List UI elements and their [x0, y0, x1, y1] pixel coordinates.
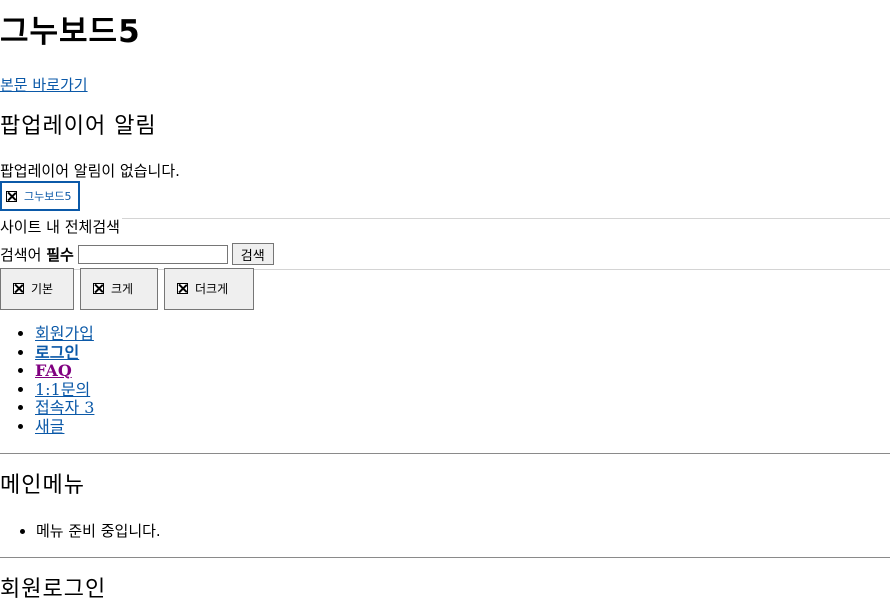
- search-row: 검색어 필수 검색: [0, 242, 274, 266]
- register-link[interactable]: 회원가입: [35, 324, 94, 343]
- main-menu-item: 메뉴 준비 중입니다.: [36, 521, 161, 541]
- user-menu-item: 회원가입: [35, 324, 94, 344]
- search-label: 검색어 필수: [0, 244, 74, 265]
- broken-image-icon: [13, 283, 24, 294]
- broken-image-icon: [6, 190, 17, 202]
- font-size-default-label: 기본: [31, 282, 54, 296]
- new-posts-link[interactable]: 새글: [35, 417, 64, 436]
- popup-empty-message: 팝업레이어 알림이 없습니다.: [0, 162, 180, 180]
- faq-link[interactable]: FAQ: [35, 361, 72, 380]
- visitors-link[interactable]: 접속자 3: [35, 398, 94, 418]
- logo-link[interactable]: 그누보드5: [0, 181, 80, 211]
- qa-link[interactable]: 1:1문의: [35, 380, 90, 399]
- user-menu-item: 새글: [35, 417, 94, 437]
- page: 그누보드5 본문 바로가기 팝업레이어 알림 팝업레이어 알림이 없습니다. 그…: [0, 0, 890, 599]
- font-size-large-button[interactable]: 크게: [80, 268, 158, 310]
- search-input[interactable]: [77, 244, 228, 264]
- broken-image-icon: [93, 283, 104, 294]
- site-search: 사이트 내 전체검색 검색어 필수 검색: [0, 218, 890, 270]
- user-menu-item: 1:1문의: [35, 380, 94, 400]
- user-menu-item: 접속자 3: [35, 399, 94, 418]
- user-menu-item: 로그인: [35, 343, 94, 363]
- popup-heading: 팝업레이어 알림: [0, 114, 157, 139]
- font-size-larger-button[interactable]: 더크게: [164, 268, 254, 310]
- login-link[interactable]: 로그인: [35, 343, 79, 362]
- main-menu: 메뉴 준비 중입니다.: [0, 521, 161, 541]
- font-size-default-button[interactable]: 기본: [0, 268, 74, 310]
- divider: [0, 557, 890, 558]
- font-size-controls: 기본 크게 더크게: [0, 268, 254, 310]
- main-menu-heading: 메인메뉴: [0, 473, 85, 498]
- search-label-text: 검색어: [0, 245, 42, 264]
- search-required-mark: 필수: [46, 245, 74, 264]
- divider: [0, 453, 890, 454]
- site-title: 그누보드5: [0, 14, 141, 50]
- user-menu-item: FAQ: [35, 361, 94, 381]
- logo-alt-text: 그누보드5: [24, 190, 72, 203]
- login-heading: 회원로그인: [0, 577, 107, 599]
- search-button[interactable]: 검색: [231, 243, 274, 265]
- font-size-larger-label: 더크게: [195, 282, 229, 296]
- search-legend: 사이트 내 전체검색: [0, 218, 122, 236]
- broken-image-icon: [177, 283, 188, 294]
- skip-to-content-link[interactable]: 본문 바로가기: [0, 74, 88, 96]
- user-menu: 회원가입 로그인 FAQ 1:1문의 접속자 3 새글: [0, 324, 94, 437]
- font-size-large-label: 크게: [111, 282, 134, 296]
